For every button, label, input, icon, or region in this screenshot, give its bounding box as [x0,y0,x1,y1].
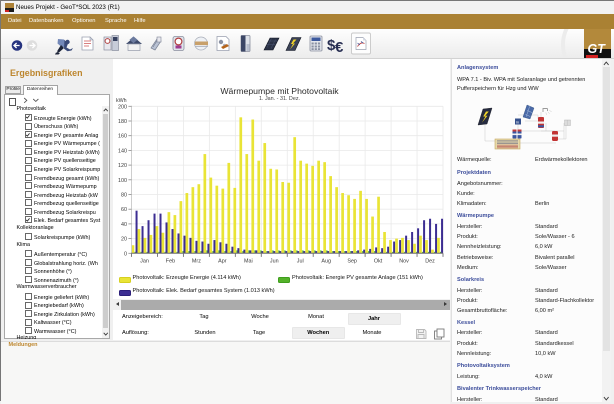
svg-text:Mai: Mai [244,259,253,265]
svg-text:0: 0 [124,251,127,257]
svg-text:Jan: Jan [140,259,149,265]
svg-text:Okt: Okt [374,259,383,265]
svg-text:Dez: Dez [425,259,435,265]
svg-text:Mrz: Mrz [192,259,201,265]
svg-text:80: 80 [121,193,127,199]
svg-text:Sep: Sep [347,259,357,265]
svg-text:60: 60 [121,207,127,213]
svg-text:180: 180 [118,119,127,125]
svg-text:120: 120 [118,163,127,169]
svg-text:Nov: Nov [399,259,409,265]
svg-text:100: 100 [118,178,127,184]
svg-text:Aug: Aug [321,259,331,265]
svg-text:Feb: Feb [166,259,175,265]
svg-text:Jul: Jul [297,259,304,265]
svg-text:160: 160 [118,134,127,140]
svg-text:140: 140 [118,148,127,154]
svg-text:Apr: Apr [218,259,227,265]
svg-text:kWh: kWh [116,98,127,104]
svg-text:40: 40 [121,222,127,228]
svg-text:20: 20 [121,237,127,243]
svg-text:Jun: Jun [270,259,279,265]
svg-text:200: 200 [118,104,127,110]
